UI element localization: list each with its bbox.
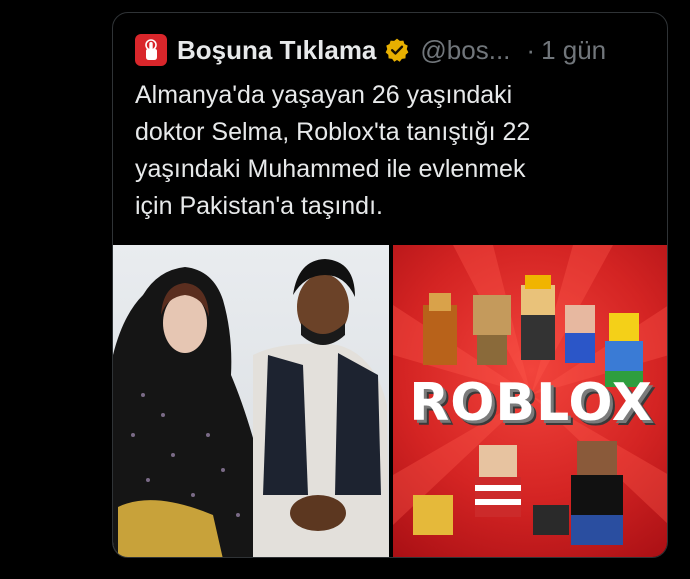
couple-photo[interactable]: [113, 245, 389, 557]
roblox-image[interactable]: ROBLOX: [393, 245, 667, 557]
couple-photo-illustration: [113, 259, 389, 557]
author-name[interactable]: Boşuna Tıklama: [177, 35, 376, 66]
tweet-header: Boşuna Tıklama @bos... · 1 gün: [135, 33, 653, 67]
tweet-text-line: doktor Selma, Roblox'ta tanıştığı 22: [135, 118, 531, 146]
gold-verified-badge-icon: [386, 38, 409, 62]
separator-dot: ·: [526, 34, 536, 65]
roblox-logo-text: ROBLOX: [409, 373, 653, 433]
pointing-hand-icon: [145, 39, 157, 60]
tweet-text: Almanya'da yaşayan 26 yaşındaki doktor S…: [135, 77, 635, 225]
tweet-media: ROBLOX: [113, 245, 667, 557]
author-avatar[interactable]: [135, 34, 167, 66]
tweet-text-line: için Pakistan'a taşındı.: [135, 192, 383, 220]
author-handle[interactable]: @bos...: [420, 35, 510, 66]
quoted-tweet-card[interactable]: Boşuna Tıklama @bos... · 1 gün Almanya'd…: [112, 12, 668, 558]
tweet-text-line: Almanya'da yaşayan 26 yaşındaki: [135, 81, 513, 109]
tweet-timestamp[interactable]: 1 gün: [541, 35, 606, 66]
tweet-text-line: yaşındaki Muhammed ile evlenmek: [135, 155, 526, 183]
